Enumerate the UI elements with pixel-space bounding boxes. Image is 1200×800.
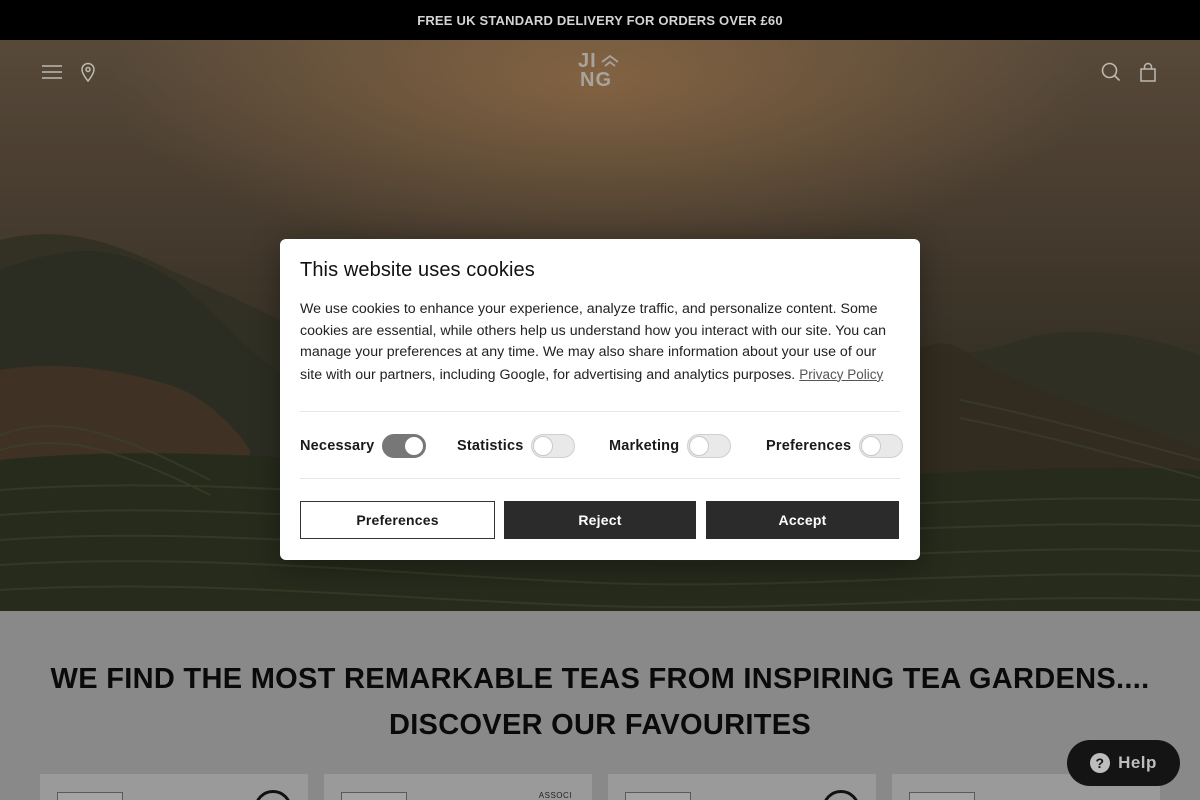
accept-button[interactable]: Accept — [706, 501, 899, 539]
product-card[interactable] — [40, 774, 308, 800]
product-card[interactable] — [608, 774, 876, 800]
announcement-text: FREE UK STANDARD DELIVERY FOR ORDERS OVE… — [417, 12, 783, 28]
statistics-switch[interactable] — [531, 434, 576, 458]
award-seal-icon — [822, 790, 860, 800]
divider — [300, 478, 900, 479]
menu-icon[interactable] — [40, 60, 64, 84]
site-header: JI NG — [0, 40, 1200, 104]
award-seal-text: ASSOCI — [538, 791, 572, 800]
cookie-toggles: Necessary Statistics Marketing Preferenc… — [300, 432, 904, 460]
bag-icon[interactable] — [1136, 60, 1160, 84]
search-icon[interactable] — [1099, 60, 1123, 84]
product-card[interactable]: ASSOCI — [324, 774, 592, 800]
toggle-preferences: Preferences — [766, 432, 904, 460]
favourites-headline: WE FIND THE MOST REMARKABLE TEAS FROM IN… — [0, 656, 1200, 748]
preferences-button[interactable]: Preferences — [300, 501, 495, 539]
preferences-switch[interactable] — [859, 434, 904, 458]
headline-line1: WE FIND THE MOST REMARKABLE TEAS FROM IN… — [50, 663, 1150, 695]
divider — [300, 411, 900, 412]
toggle-label: Statistics — [457, 438, 524, 454]
cookie-dialog-title: This website uses cookies — [300, 259, 535, 281]
logo-mountain-icon — [601, 55, 619, 67]
toggle-label: Necessary — [300, 438, 375, 454]
toggle-marketing: Marketing — [609, 432, 732, 460]
product-tag — [909, 792, 975, 800]
product-tag — [625, 792, 691, 800]
logo-line2: NG — [580, 69, 612, 91]
cookie-consent-dialog: This website uses cookies We use cookies… — [280, 239, 920, 560]
jing-logo[interactable]: JI NG — [578, 51, 622, 94]
announcement-bar: FREE UK STANDARD DELIVERY FOR ORDERS OVE… — [0, 0, 1200, 40]
headline-line2: DISCOVER OUR FAVOURITES — [388, 709, 812, 741]
cookie-dialog-body: We use cookies to enhance your experienc… — [300, 299, 900, 386]
location-pin-icon[interactable] — [76, 60, 100, 84]
necessary-switch[interactable] — [382, 434, 427, 458]
product-tag — [341, 792, 407, 800]
marketing-switch[interactable] — [687, 434, 732, 458]
question-icon: ? — [1090, 753, 1111, 773]
help-label: Help — [1118, 753, 1157, 772]
toggle-label: Marketing — [609, 438, 680, 454]
award-seal-icon — [254, 790, 292, 800]
toggle-necessary: Necessary — [300, 432, 427, 460]
help-button[interactable]: ? Help — [1067, 740, 1180, 786]
reject-button[interactable]: Reject — [504, 501, 696, 539]
product-tag — [57, 792, 123, 800]
toggle-label: Preferences — [766, 438, 852, 454]
toggle-statistics: Statistics — [457, 432, 576, 460]
privacy-policy-link[interactable]: Privacy Policy — [799, 367, 883, 382]
